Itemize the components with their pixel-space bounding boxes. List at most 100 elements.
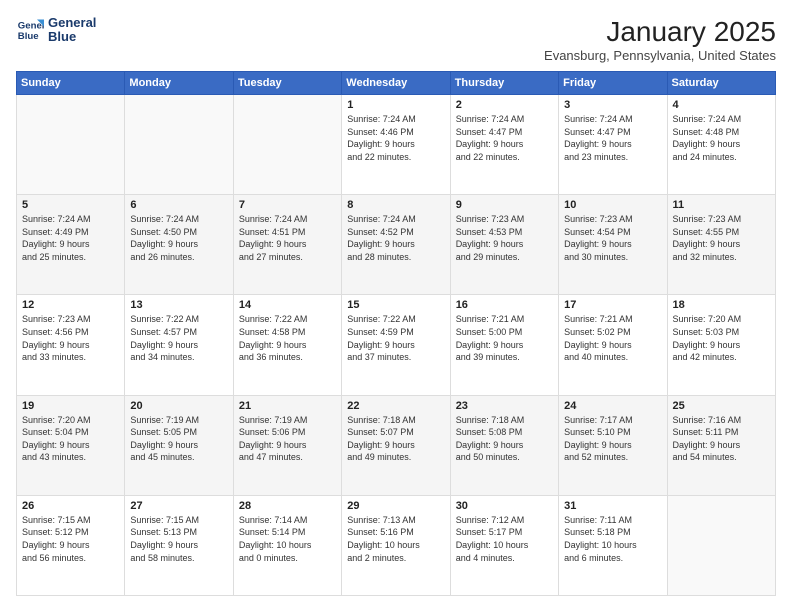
calendar-cell: 23Sunrise: 7:18 AM Sunset: 5:08 PM Dayli… (450, 395, 558, 495)
day-detail: Sunrise: 7:23 AM Sunset: 4:56 PM Dayligh… (22, 313, 119, 363)
calendar-cell: 22 Sunrise: 7:18 AM Sunset: 5:07 PM Dayli… (342, 395, 450, 495)
day-number: 9 (456, 199, 553, 211)
day-number: 3 (564, 99, 661, 111)
day-detail: Sunrise: 7:14 AM Sunset: 5:14 PM Dayligh… (239, 514, 336, 564)
calendar-header: SundayMondayTuesdayWednesdayThursdayFrid… (17, 72, 776, 95)
day-detail: Sunrise: 7:11 AM Sunset: 5:18 PM Dayligh… (564, 514, 661, 564)
day-number: 5 (22, 199, 119, 211)
calendar-cell (667, 495, 775, 595)
day-number: 19 (22, 400, 119, 412)
logo-line2: Blue (48, 30, 96, 44)
day-detail: Sunrise: 7:24 AM Sunset: 4:50 PM Dayligh… (130, 213, 227, 263)
calendar-cell: 21 Sunrise: 7:19 AM Sunset: 5:06 PM Dayli… (233, 395, 341, 495)
title-block: January 2025 Evansburg, Pennsylvania, Un… (544, 16, 776, 63)
day-number: 18 (673, 299, 770, 311)
day-detail: Sunrise: 7:17 AM Sunset: 5:10 PM Dayligh… (564, 414, 661, 464)
day-detail: Sunrise: 7:15 AM Sunset: 5:13 PM Dayligh… (130, 514, 227, 564)
col-header-friday: Friday (559, 72, 667, 95)
calendar-cell: 13 Sunrise: 7:22 AM Sunset: 4:57 PM Dayli… (125, 295, 233, 395)
day-number: 10 (564, 199, 661, 211)
calendar-cell: 2Sunrise: 7:24 AM Sunset: 4:47 PM Daylig… (450, 95, 558, 195)
page: General Blue General Blue January 2025 E… (0, 0, 792, 612)
calendar-week-4: 19 Sunrise: 7:20 AM Sunset: 5:04 PM Dayli… (17, 395, 776, 495)
svg-text:Blue: Blue (18, 31, 39, 42)
calendar-cell: 10 Sunrise: 7:23 AM Sunset: 4:54 PM Dayli… (559, 195, 667, 295)
day-number: 21 (239, 400, 336, 412)
day-number: 7 (239, 199, 336, 211)
main-title: January 2025 (544, 16, 776, 48)
day-detail: Sunrise: 7:24 AM Sunset: 4:49 PM Dayligh… (22, 213, 119, 263)
day-detail: Sunrise: 7:21 AM Sunset: 5:00 PM Dayligh… (456, 313, 553, 363)
day-detail: Sunrise: 7:19 AM Sunset: 5:06 PM Dayligh… (239, 414, 336, 464)
day-number: 20 (130, 400, 227, 412)
day-number: 14 (239, 299, 336, 311)
day-number: 27 (130, 500, 227, 512)
calendar-week-2: 5 Sunrise: 7:24 AM Sunset: 4:49 PM Daylig… (17, 195, 776, 295)
calendar-cell: 26 Sunrise: 7:15 AM Sunset: 5:12 PM Dayli… (17, 495, 125, 595)
logo-line1: General (48, 16, 96, 30)
day-number: 22 (347, 400, 444, 412)
calendar-cell: 15 Sunrise: 7:22 AM Sunset: 4:59 PM Dayli… (342, 295, 450, 395)
calendar-cell: 25Sunrise: 7:16 AM Sunset: 5:11 PM Dayli… (667, 395, 775, 495)
calendar-cell: 16 Sunrise: 7:21 AM Sunset: 5:00 PM Dayli… (450, 295, 558, 395)
day-detail: Sunrise: 7:20 AM Sunset: 5:03 PM Dayligh… (673, 313, 770, 363)
logo-text: General Blue (48, 16, 96, 45)
day-detail: Sunrise: 7:24 AM Sunset: 4:47 PM Dayligh… (456, 113, 553, 163)
day-number: 29 (347, 500, 444, 512)
day-detail: Sunrise: 7:23 AM Sunset: 4:54 PM Dayligh… (564, 213, 661, 263)
calendar-cell: 1 Sunrise: 7:24 AM Sunset: 4:46 PM Daylig… (342, 95, 450, 195)
calendar-cell: 18 Sunrise: 7:20 AM Sunset: 5:03 PM Dayli… (667, 295, 775, 395)
subtitle: Evansburg, Pennsylvania, United States (544, 48, 776, 63)
day-number: 16 (456, 299, 553, 311)
col-header-sunday: Sunday (17, 72, 125, 95)
day-detail: Sunrise: 7:18 AM Sunset: 5:08 PM Dayligh… (456, 414, 553, 464)
day-number: 15 (347, 299, 444, 311)
calendar-cell: 27 Sunrise: 7:15 AM Sunset: 5:13 PM Dayli… (125, 495, 233, 595)
col-header-tuesday: Tuesday (233, 72, 341, 95)
day-number: 30 (456, 500, 553, 512)
day-detail: Sunrise: 7:24 AM Sunset: 4:46 PM Dayligh… (347, 113, 444, 163)
calendar-cell: 29Sunrise: 7:13 AM Sunset: 5:16 PM Dayli… (342, 495, 450, 595)
day-detail: Sunrise: 7:22 AM Sunset: 4:59 PM Dayligh… (347, 313, 444, 363)
day-detail: Sunrise: 7:24 AM Sunset: 4:47 PM Dayligh… (564, 113, 661, 163)
day-detail: Sunrise: 7:20 AM Sunset: 5:04 PM Dayligh… (22, 414, 119, 464)
day-number: 8 (347, 199, 444, 211)
calendar-cell: 3 Sunrise: 7:24 AM Sunset: 4:47 PM Daylig… (559, 95, 667, 195)
col-header-thursday: Thursday (450, 72, 558, 95)
day-detail: Sunrise: 7:18 AM Sunset: 5:07 PM Dayligh… (347, 414, 444, 464)
day-number: 13 (130, 299, 227, 311)
day-detail: Sunrise: 7:15 AM Sunset: 5:12 PM Dayligh… (22, 514, 119, 564)
calendar-cell: 7Sunrise: 7:24 AM Sunset: 4:51 PM Daylig… (233, 195, 341, 295)
calendar-week-5: 26 Sunrise: 7:15 AM Sunset: 5:12 PM Dayli… (17, 495, 776, 595)
day-detail: Sunrise: 7:24 AM Sunset: 4:52 PM Dayligh… (347, 213, 444, 263)
day-detail: Sunrise: 7:21 AM Sunset: 5:02 PM Dayligh… (564, 313, 661, 363)
calendar-cell: 12Sunrise: 7:23 AM Sunset: 4:56 PM Dayli… (17, 295, 125, 395)
calendar-body: 1 Sunrise: 7:24 AM Sunset: 4:46 PM Daylig… (17, 95, 776, 596)
day-detail: Sunrise: 7:24 AM Sunset: 4:48 PM Dayligh… (673, 113, 770, 163)
day-number: 1 (347, 99, 444, 111)
calendar-week-3: 12Sunrise: 7:23 AM Sunset: 4:56 PM Dayli… (17, 295, 776, 395)
day-number: 28 (239, 500, 336, 512)
calendar-cell: 28 Sunrise: 7:14 AM Sunset: 5:14 PM Dayli… (233, 495, 341, 595)
day-detail: Sunrise: 7:23 AM Sunset: 4:55 PM Dayligh… (673, 213, 770, 263)
calendar-cell (17, 95, 125, 195)
calendar-cell: 24Sunrise: 7:17 AM Sunset: 5:10 PM Dayli… (559, 395, 667, 495)
calendar-cell: 6Sunrise: 7:24 AM Sunset: 4:50 PM Daylig… (125, 195, 233, 295)
calendar-cell: 4Sunrise: 7:24 AM Sunset: 4:48 PM Daylig… (667, 95, 775, 195)
calendar-cell: 20 Sunrise: 7:19 AM Sunset: 5:05 PM Dayli… (125, 395, 233, 495)
day-detail: Sunrise: 7:22 AM Sunset: 4:57 PM Dayligh… (130, 313, 227, 363)
calendar-cell: 8 Sunrise: 7:24 AM Sunset: 4:52 PM Daylig… (342, 195, 450, 295)
day-number: 11 (673, 199, 770, 211)
logo: General Blue General Blue (16, 16, 96, 45)
calendar-cell: 9 Sunrise: 7:23 AM Sunset: 4:53 PM Daylig… (450, 195, 558, 295)
day-number: 26 (22, 500, 119, 512)
day-detail: Sunrise: 7:19 AM Sunset: 5:05 PM Dayligh… (130, 414, 227, 464)
calendar-cell: 31Sunrise: 7:11 AM Sunset: 5:18 PM Dayli… (559, 495, 667, 595)
calendar-cell: 17Sunrise: 7:21 AM Sunset: 5:02 PM Dayli… (559, 295, 667, 395)
calendar-week-1: 1 Sunrise: 7:24 AM Sunset: 4:46 PM Daylig… (17, 95, 776, 195)
calendar-cell (233, 95, 341, 195)
day-number: 25 (673, 400, 770, 412)
day-detail: Sunrise: 7:22 AM Sunset: 4:58 PM Dayligh… (239, 313, 336, 363)
day-detail: Sunrise: 7:23 AM Sunset: 4:53 PM Dayligh… (456, 213, 553, 263)
col-header-monday: Monday (125, 72, 233, 95)
